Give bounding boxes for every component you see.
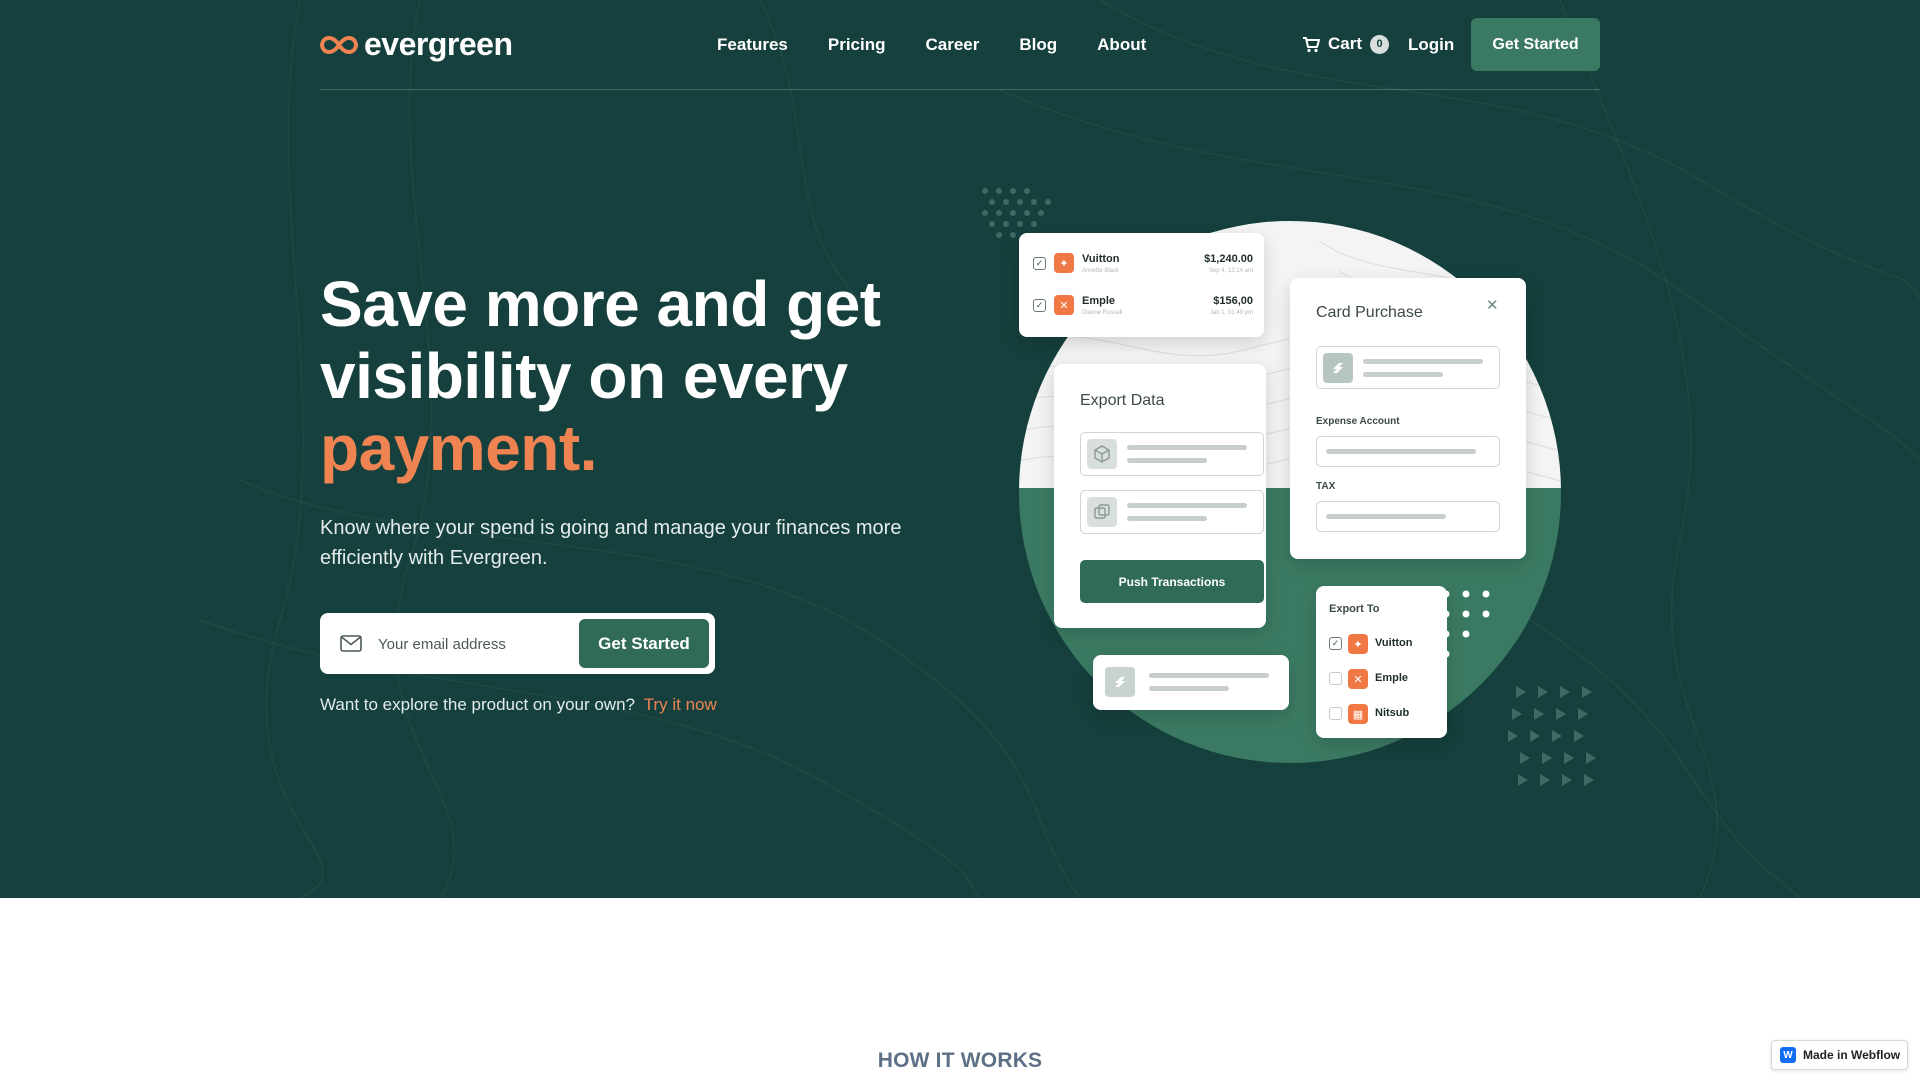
nav-link-pricing[interactable]: Pricing [828, 35, 886, 55]
transaction-row[interactable]: ✓ ✦ Vuitton Annette Black $1,240.00 Sep … [1033, 250, 1253, 278]
topographic-background [199, 0, 1920, 898]
export-data-card: Export Data Push Transactions [1054, 364, 1266, 628]
how-it-works-heading: HOW IT WORKS [877, 1049, 1043, 1072]
placeholder-bar [1363, 359, 1483, 364]
white-dots-decoration [1442, 590, 1490, 658]
card-purchase-panel: Card Purchase ✕ Expense Account TAX [1290, 278, 1526, 559]
card-purchase-title: Card Purchase [1316, 304, 1423, 321]
hero-headline: Save more and get visibility on every pa… [320, 268, 960, 484]
export-to-option[interactable]: ▦ Nitsub [1329, 704, 1439, 724]
transaction-name: Vuitton [1082, 253, 1120, 265]
transaction-person: Dianne Russell [1082, 310, 1123, 316]
transaction-date: Jan 1, 01:49 pm [1209, 310, 1253, 316]
small-summary-card [1093, 655, 1289, 710]
mail-icon [340, 635, 362, 652]
export-option-field[interactable] [1080, 490, 1264, 534]
explore-text: Want to explore the product on your own?… [320, 695, 717, 715]
cart-label: Cart [1328, 34, 1363, 53]
tax-field[interactable] [1316, 501, 1500, 532]
placeholder-bar [1127, 503, 1247, 508]
transaction-amount: $1,240.00 [1204, 253, 1253, 265]
expense-account-field[interactable] [1316, 436, 1500, 467]
checked-checkbox-icon[interactable]: ✓ [1033, 299, 1046, 312]
hero-illustration: ✓ ✦ Vuitton Annette Black $1,240.00 Sep … [976, 186, 1596, 786]
transaction-row[interactable]: ✓ ✕ Emple Dianne Russell $156,00 Jan 1, … [1033, 292, 1253, 320]
top-navigation: evergreen Features Pricing Career Blog A… [320, 18, 1600, 90]
transaction-date: Sep 4, 12:14 am [1208, 268, 1253, 274]
export-to-option[interactable]: ✓ ✦ Vuitton [1329, 634, 1439, 654]
export-option-field[interactable] [1080, 432, 1264, 476]
hero-subline: Know where your spend is going and manag… [320, 517, 902, 569]
try-it-now-link[interactable]: Try it now [644, 695, 717, 714]
placeholder-bar [1326, 449, 1476, 454]
nav-link-features[interactable]: Features [717, 35, 788, 55]
transaction-amount: $156,00 [1213, 295, 1253, 307]
card-field[interactable] [1316, 346, 1500, 389]
email-signup-form: Get Started [320, 613, 715, 674]
cart-button[interactable]: Cart 0 [1302, 34, 1390, 54]
sync-icon [1087, 497, 1117, 527]
cart-count-badge: 0 [1370, 34, 1390, 54]
nav-get-started-button[interactable]: Get Started [1471, 18, 1600, 71]
hero-section: evergreen Features Pricing Career Blog A… [0, 0, 1920, 898]
export-to-option[interactable]: ✕ Emple [1329, 669, 1439, 689]
logo-infinity-icon [320, 35, 358, 54]
signup-get-started-button[interactable]: Get Started [579, 619, 709, 668]
unchecked-checkbox-icon[interactable] [1329, 672, 1342, 685]
unchecked-checkbox-icon[interactable] [1329, 707, 1342, 720]
made-in-webflow-badge[interactable]: W Made in Webflow [1771, 1040, 1908, 1070]
placeholder-bar [1363, 372, 1443, 377]
checked-checkbox-icon[interactable]: ✓ [1033, 257, 1046, 270]
emple-brand-icon: ✕ [1054, 295, 1074, 315]
explore-label: Want to explore the product on your own? [320, 695, 635, 714]
webflow-logo-icon: W [1780, 1047, 1796, 1063]
headline-line-1: Save more and get [320, 268, 881, 340]
nav-link-career[interactable]: Career [926, 35, 980, 55]
checked-checkbox-icon[interactable]: ✓ [1329, 637, 1342, 650]
badge-label: Made in Webflow [1803, 1048, 1901, 1062]
push-transactions-button[interactable]: Push Transactions [1080, 560, 1264, 603]
logo[interactable]: evergreen [320, 26, 513, 63]
expense-account-label: Expense Account [1316, 416, 1400, 427]
export-to-name: Emple [1375, 672, 1409, 684]
tax-label: TAX [1316, 481, 1336, 492]
transaction-person: Annette Black [1082, 268, 1120, 274]
placeholder-bar [1326, 514, 1446, 519]
nav-link-blog[interactable]: Blog [1019, 35, 1057, 55]
close-icon[interactable]: ✕ [1486, 296, 1499, 314]
login-link[interactable]: Login [1408, 35, 1454, 55]
nav-links: Features Pricing Career Blog About [717, 35, 1146, 55]
placeholder-bar [1127, 458, 1207, 463]
placeholder-bar [1149, 673, 1269, 678]
nitsub-brand-icon: ▦ [1348, 704, 1368, 724]
transactions-card: ✓ ✦ Vuitton Annette Black $1,240.00 Sep … [1019, 233, 1264, 337]
headline-accent: payment. [320, 412, 597, 484]
nav-link-about[interactable]: About [1097, 35, 1146, 55]
export-to-name: Vuitton [1375, 637, 1413, 649]
placeholder-bar [1127, 516, 1207, 521]
card-brand-icon [1105, 667, 1135, 697]
email-input[interactable] [378, 627, 568, 661]
cart-icon [1303, 36, 1320, 52]
logo-text: evergreen [364, 26, 513, 62]
export-to-card: Export To ✓ ✦ Vuitton ✕ Emple ▦ Nitsub [1316, 586, 1447, 738]
export-data-title: Export Data [1080, 392, 1165, 409]
transaction-name: Emple [1082, 295, 1116, 307]
export-to-title: Export To [1329, 603, 1380, 615]
box-icon [1087, 439, 1117, 469]
card-brand-icon [1323, 353, 1353, 383]
export-to-name: Nitsub [1375, 707, 1410, 719]
placeholder-bar [1127, 445, 1247, 450]
vuitton-brand-icon: ✦ [1054, 253, 1074, 273]
placeholder-bar [1149, 686, 1229, 691]
vuitton-brand-icon: ✦ [1348, 634, 1368, 654]
emple-brand-icon: ✕ [1348, 669, 1368, 689]
triangle-pattern-decoration [1508, 686, 1596, 786]
headline-line-2: visibility on every [320, 340, 848, 412]
